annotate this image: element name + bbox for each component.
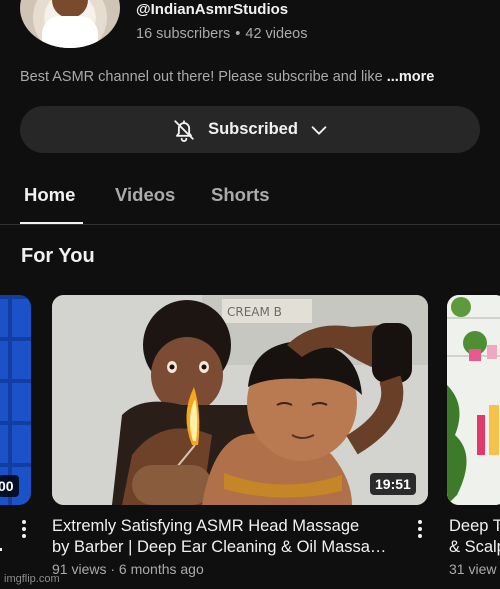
duration-badge-left: 00 [0,475,19,497]
video-thumbnail-left[interactable] [0,295,31,505]
subscriber-count: 16 subscribers [136,26,231,42]
more-actions-icon-main[interactable] [418,520,422,541]
description-text: Best ASMR channel out there! Please subs… [20,69,387,85]
subscribed-label: Subscribed [208,120,298,138]
bell-off-icon [170,116,198,144]
stats-separator: • [235,26,241,42]
video-title-main[interactable]: Extremly Satisfying ASMR Head Massage by… [52,516,412,558]
channel-avatar[interactable] [20,0,120,48]
more-actions-icon-left[interactable] [22,520,26,541]
video-count: 42 videos [245,26,308,42]
channel-stats: 16 subscribers • 42 videos [136,26,307,42]
channel-handle: @IndianAsmrStudios [136,1,289,18]
tabs-divider [0,224,500,225]
tab-home[interactable]: Home [24,184,75,206]
svg-text:CREAM B: CREAM B [227,305,282,319]
watermark: imgflip.com [4,573,60,585]
chevron-down-icon [308,119,330,141]
tab-shorts[interactable]: Shorts [211,184,270,206]
section-title: For You [21,245,95,267]
video-title-line-2: by Barber | Deep Ear Cleaning & Oil Mass… [52,538,387,556]
video-meta-main: 91 views · 6 months ago [52,561,204,577]
video-right-title-line-2: & Scalp [449,538,500,556]
video-title-line-1: Extremly Satisfying ASMR Head Massage [52,517,360,535]
tab-videos[interactable]: Videos [115,184,175,206]
subscribed-button[interactable]: Subscribed [20,106,480,153]
video-left-title-fragment [0,548,2,551]
video-meta-right: 31 view [449,561,497,577]
video-right-title-line-1: Deep T [449,517,500,535]
video-title-right[interactable]: Deep T & Scalp [449,516,500,558]
channel-description[interactable]: Best ASMR channel out there! Please subs… [20,69,434,85]
duration-badge-main: 19:51 [370,473,416,495]
video-thumbnail-right[interactable] [447,295,500,505]
thumbnail-image-right [447,295,500,505]
more-link[interactable]: ...more [387,69,435,85]
